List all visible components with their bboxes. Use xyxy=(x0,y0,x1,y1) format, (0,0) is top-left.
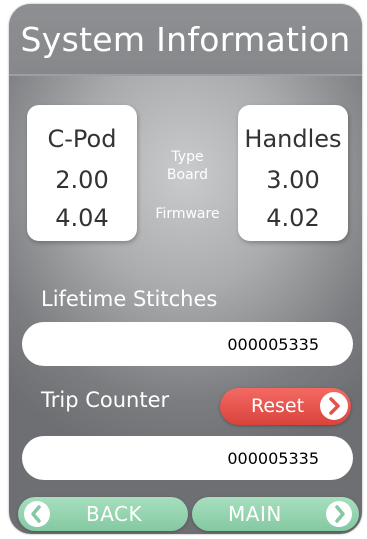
chevron-right-icon xyxy=(320,392,348,420)
chevron-left-icon xyxy=(24,501,50,527)
handles-board-value: 3.00 xyxy=(266,166,320,194)
main-button[interactable]: MAIN xyxy=(192,497,359,531)
cpod-firmware-value: 4.04 xyxy=(55,204,109,232)
handles-card: Handles 3.00 4.02 xyxy=(238,105,348,241)
trip-counter-label: Trip Counter xyxy=(41,388,170,412)
firmware-label: Firmware xyxy=(155,206,220,222)
chevron-right-icon xyxy=(326,501,352,527)
lifetime-stitches-value: 000005335 xyxy=(227,335,319,354)
title-bar: System Information xyxy=(9,4,362,76)
system-information-screen: System Information C-Pod 2.00 4.04 Type … xyxy=(9,4,362,534)
back-button[interactable]: BACK xyxy=(18,497,188,531)
main-button-label: MAIN xyxy=(228,502,282,526)
lifetime-stitches-field: 000005335 xyxy=(22,322,353,366)
cpod-card: C-Pod 2.00 4.04 xyxy=(27,105,137,241)
page-title: System Information xyxy=(20,20,351,59)
type-label: Type xyxy=(171,149,204,165)
board-label: Board xyxy=(166,167,209,183)
handles-type-value: Handles xyxy=(244,125,342,153)
cpod-board-value: 2.00 xyxy=(55,166,109,194)
cpod-type-value: C-Pod xyxy=(47,125,117,153)
lifetime-stitches-label: Lifetime Stitches xyxy=(41,287,218,311)
trip-counter-value: 000005335 xyxy=(227,449,319,468)
reset-button-label: Reset xyxy=(251,395,305,417)
back-button-label: BACK xyxy=(86,502,143,526)
handles-firmware-value: 4.02 xyxy=(266,204,320,232)
trip-counter-field: 000005335 xyxy=(22,436,353,480)
reset-button[interactable]: Reset xyxy=(220,388,351,425)
